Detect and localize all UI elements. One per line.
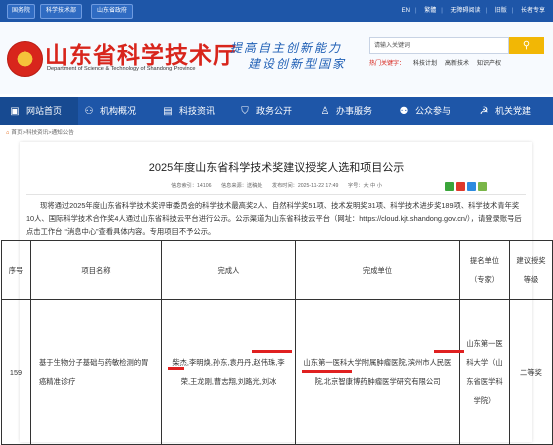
home-small-icon: ⌂ xyxy=(6,130,10,136)
link-provincial-gov[interactable]: 山东省政府 xyxy=(91,4,133,19)
org-icon: ⚇ xyxy=(84,106,94,117)
title-divider xyxy=(26,194,526,195)
top-utility-bar: 国务院 科学技术部 山东省政府 EN | 繁體 | 无障碍阅读 | 旧版 | 长者专享 xyxy=(0,0,553,22)
link-most[interactable]: 科学技术部 xyxy=(40,4,82,19)
table-header-row: 序号 项目名称 完成人 完成单位 提名单位（专家） 建议授奖等级 xyxy=(1,240,553,300)
hot-term[interactable]: 高新技术 xyxy=(445,61,469,67)
awards-table: 序号 项目名称 完成人 完成单位 提名单位（专家） 建议授奖等级 159 基于生… xyxy=(1,240,553,445)
main-nav: ▣ 网站首页 ⚇ 机构概况 ▤ 科技资讯 ⛉ 政务公开 ♙ 办事服务 ⚉ 公众参与 ☭ 机关党… xyxy=(0,97,553,125)
nav-home[interactable]: ▣ 网站首页 xyxy=(0,97,78,125)
annotation-underline xyxy=(434,350,464,353)
nav-government-affairs[interactable]: ⛉ 政务公开 xyxy=(238,97,308,125)
nav-label: 科技资讯 xyxy=(179,106,216,116)
meta-font-size[interactable]: 字号：大 中 小 xyxy=(348,183,382,189)
nav-news[interactable]: ▤ 科技资讯 xyxy=(161,97,231,125)
annotation-underline xyxy=(168,367,184,370)
meta-date: 发布时间：2025-11-22 17:49 xyxy=(271,183,339,189)
link-english[interactable]: EN xyxy=(402,8,410,14)
slogan-line-1: 提高自主创新能力 xyxy=(230,41,343,55)
link-elderly[interactable]: 长者专享 xyxy=(521,8,545,14)
wechat-icon[interactable] xyxy=(445,182,454,191)
party-icon: ☭ xyxy=(479,106,489,117)
header-seq: 序号 xyxy=(1,240,31,300)
header-project-name: 项目名称 xyxy=(30,240,162,300)
header-people: 完成人 xyxy=(161,240,296,300)
header-units: 完成单位 xyxy=(295,240,460,300)
hot-keywords: 热门关键字： 科技计划 高新技术 知识产权 xyxy=(369,58,501,67)
home-icon: ▣ xyxy=(10,106,20,117)
header-level: 建议授奖等级 xyxy=(509,240,553,300)
search-button[interactable]: ⚲ xyxy=(509,37,544,54)
link-traditional[interactable]: 繁體 xyxy=(424,8,436,14)
qzone-icon[interactable] xyxy=(467,182,476,191)
nav-label: 办事服务 xyxy=(336,106,373,116)
cell-project-name: 基于生物分子基础与药敏检测的胃癌精准诊疗 xyxy=(30,299,162,445)
hot-term[interactable]: 科技计划 xyxy=(413,61,437,67)
search-icon: ⚲ xyxy=(522,40,531,51)
cell-people: 柴杰,李明焕,孙东,袁丹丹,赵伟珠,李荣,王龙刚,曹志翔,刘路光,刘冰 xyxy=(161,299,296,445)
slogan-line-2: 建设创新型国家 xyxy=(248,57,347,71)
breadcrumb-path[interactable]: 首页>科技资讯>通知公告 xyxy=(11,130,73,136)
hot-keywords-label: 热门关键字： xyxy=(369,61,406,67)
cell-seq: 159 xyxy=(1,299,31,445)
nav-services[interactable]: ♙ 办事服务 xyxy=(318,97,388,125)
nav-label: 政务公开 xyxy=(256,106,293,116)
link-old-version[interactable]: 旧版 xyxy=(495,8,507,14)
nav-party-building[interactable]: ☭ 机关党建 xyxy=(477,97,553,125)
breadcrumb: ⌂ 首页>科技资讯>通知公告 xyxy=(6,128,74,136)
shield-icon: ⛉ xyxy=(241,106,249,117)
cell-nominator: 山东第一医科大学（山东省医学科学院） xyxy=(459,299,510,445)
article-body: 现将通过2025年度山东省科学技术奖评审委员会的科学技术最高奖2人、自然科学奖5… xyxy=(26,201,522,236)
annotation-underline xyxy=(302,370,352,373)
link-state-council[interactable]: 国务院 xyxy=(7,4,35,19)
article-title: 2025年度山东省科学技术奖建议授奖人选和项目公示 xyxy=(148,162,405,174)
site-header: ★ 山东省科学技术厅 Department of Science & Techn… xyxy=(0,22,553,94)
cell-level: 二等奖 xyxy=(509,299,553,445)
nav-participation[interactable]: ⚉ 公众参与 xyxy=(397,97,467,125)
hot-term[interactable]: 知识产权 xyxy=(477,61,501,67)
person-icon: ♙ xyxy=(320,106,330,117)
search-input[interactable]: 请输入关键词 xyxy=(369,37,509,54)
meta-index: 信息索引：14106 xyxy=(171,183,212,189)
annotation-underline xyxy=(252,350,292,353)
nav-label: 机关党建 xyxy=(495,106,532,116)
nav-label: 机构概况 xyxy=(100,106,137,116)
meta-source: 信息来源：送稿处 xyxy=(220,183,263,189)
national-emblem-icon: ★ xyxy=(7,41,43,77)
link-accessibility[interactable]: 无障碍阅读 xyxy=(450,8,480,14)
nav-label: 网站首页 xyxy=(26,106,63,116)
site-title[interactable]: 山东省科学技术厅 xyxy=(45,36,237,70)
site-subtitle: Department of Science & Technology of Sh… xyxy=(47,66,196,72)
table-row: 159 基于生物分子基础与药敏检测的胃癌精准诊疗 柴杰,李明焕,孙东,袁丹丹,赵… xyxy=(1,299,553,445)
news-icon: ▤ xyxy=(163,106,173,117)
nav-organization[interactable]: ⚇ 机构概况 xyxy=(82,97,152,125)
nav-label: 公众参与 xyxy=(415,106,452,116)
group-icon: ⚉ xyxy=(399,106,409,117)
header-nominator: 提名单位（专家） xyxy=(459,240,510,300)
douban-icon[interactable] xyxy=(478,182,487,191)
weibo-icon[interactable] xyxy=(456,182,465,191)
top-right-links: EN | 繁體 | 无障碍阅读 | 旧版 | 长者专享 xyxy=(401,8,545,14)
